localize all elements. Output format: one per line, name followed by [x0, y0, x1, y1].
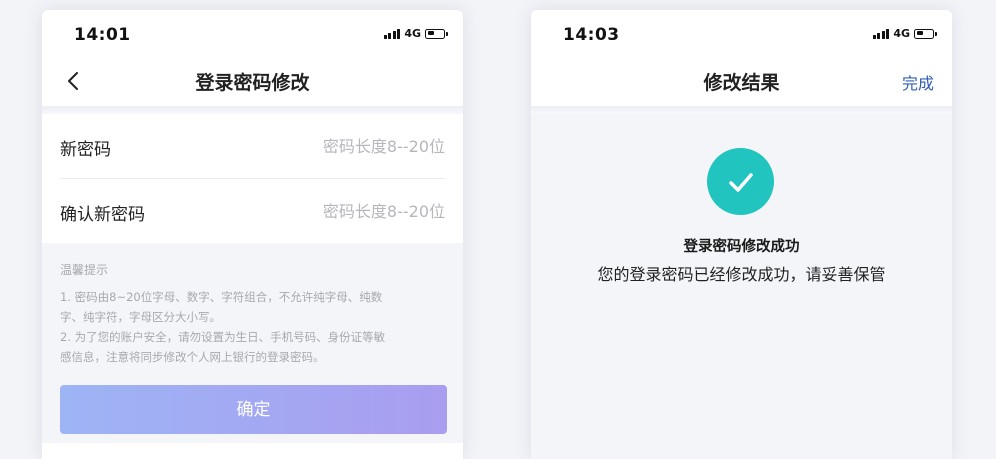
- password-form: 新密码 确认新密码: [42, 114, 463, 243]
- tips-line: 字、纯字符，字母区分大小写。: [60, 310, 221, 324]
- change-result-screen: 14:03 4G 修改结果 完成 登录密码修改成功 您的登录密码已经修改成功，请…: [531, 10, 952, 459]
- confirm-button[interactable]: 确定: [60, 385, 447, 434]
- status-indicators: 4G: [872, 27, 937, 40]
- battery-icon: [425, 28, 448, 39]
- status-bar: 14:03 4G: [531, 10, 952, 60]
- result-title: 登录密码修改成功: [683, 239, 800, 255]
- result-description: 您的登录密码已经修改成功，请妥善保管: [597, 265, 886, 284]
- password-change-screen: 14:01 4G 登录密码修改 新密码 确认新密码 温馨提示 1. 密码由8~2…: [42, 10, 463, 459]
- page-title: 登录密码修改: [195, 72, 310, 94]
- nav-bar: 登录密码修改: [42, 60, 463, 106]
- status-time: 14:03: [563, 25, 620, 45]
- done-button[interactable]: 完成: [902, 70, 934, 94]
- tips-line: 1. 密码由8~20位字母、数字、字符组合，不允许纯字母、纯数: [60, 290, 383, 304]
- network-type: 4G: [404, 27, 421, 40]
- success-badge: [707, 148, 774, 215]
- tips-line: 2. 为了您的账户安全，请勿设置为生日、手机号码、身份证等敏: [60, 330, 386, 344]
- check-icon: [728, 172, 753, 192]
- confirm-password-row: 确认新密码: [60, 179, 445, 243]
- battery-icon: [914, 28, 937, 39]
- divider: [531, 106, 952, 114]
- confirm-password-label: 确认新密码: [60, 205, 145, 225]
- signal-icon: [383, 28, 401, 39]
- tips-line: 感信息，注意将同步修改个人网上银行的登录密码。: [60, 350, 325, 364]
- divider: [42, 106, 463, 114]
- nav-bar: 修改结果 完成: [531, 60, 952, 106]
- confirm-password-field[interactable]: [255, 193, 445, 229]
- status-indicators: 4G: [383, 27, 448, 40]
- network-type: 4G: [893, 27, 910, 40]
- new-password-field[interactable]: [255, 128, 445, 164]
- status-time: 14:01: [74, 25, 131, 45]
- tips-title: 温馨提示: [60, 263, 109, 277]
- new-password-row: 新密码: [60, 114, 445, 179]
- status-bar: 14:01 4G: [42, 10, 463, 60]
- new-password-label: 新密码: [60, 140, 111, 160]
- page-title: 修改结果: [703, 72, 780, 94]
- signal-icon: [872, 28, 890, 39]
